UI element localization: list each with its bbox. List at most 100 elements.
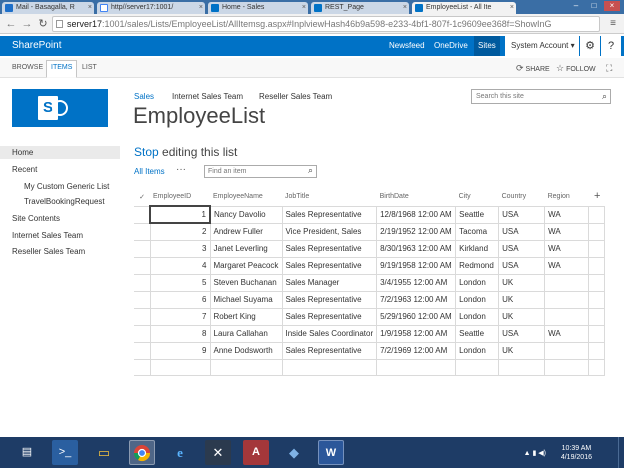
cell-employeeid[interactable]: 2 [149, 222, 211, 241]
onedrive-link[interactable]: OneDrive [434, 41, 468, 50]
close-icon[interactable]: × [510, 2, 514, 14]
cell-birthdate[interactable]: 2/19/1952 12:00 AM [376, 222, 457, 241]
focus-on-content-icon[interactable]: ⛶ [606, 63, 614, 74]
cell-employeeid[interactable]: 4 [149, 256, 211, 275]
cell-employeename[interactable]: Laura Callahan [209, 324, 283, 343]
cell-employeeid[interactable]: 1 [149, 205, 211, 224]
cell-birthdate[interactable]: 7/2/1969 12:00 AM [376, 341, 457, 360]
cell-country[interactable]: UK [498, 341, 546, 360]
topnav-internet-sales-team[interactable]: Internet Sales Team [172, 92, 243, 101]
more-views-icon[interactable]: ··· [176, 164, 186, 175]
cell-city[interactable] [455, 358, 500, 376]
leftnav-my-custom-generic-list[interactable]: My Custom Generic List [24, 182, 109, 191]
follow-button[interactable]: ☆ FOLLOW [556, 63, 596, 74]
column-employeeid[interactable]: EmployeeID [150, 188, 210, 206]
cell-birthdate[interactable] [376, 358, 457, 376]
table-row[interactable]: 3 Janet Leverling Sales Representative 8… [134, 239, 606, 258]
cell-employeename[interactable]: Steven Buchanan [209, 273, 283, 292]
cell-jobtitle[interactable]: Sales Representative [281, 290, 378, 309]
site-search-input[interactable]: Search this site ⌕ [471, 89, 611, 104]
cell-employeeid[interactable]: 7 [149, 307, 211, 326]
cell-employeename[interactable]: Janet Leverling [209, 239, 283, 258]
cell-city[interactable]: Tacoma [455, 222, 500, 241]
cell-birthdate[interactable]: 8/30/1963 12:00 AM [376, 239, 457, 258]
cell-country[interactable]: UK [498, 290, 546, 309]
table-row[interactable]: 2 Andrew Fuller Vice President, Sales 2/… [134, 222, 606, 241]
cell-jobtitle[interactable]: Sales Representative [281, 341, 378, 360]
back-button[interactable]: ← [4, 17, 18, 31]
cell-region[interactable]: WA [544, 222, 590, 241]
column-city[interactable]: City [456, 188, 499, 206]
cell-employeename[interactable]: Andrew Fuller [209, 222, 283, 241]
cell-employeename[interactable]: Robert King [209, 307, 283, 326]
table-row[interactable]: 9 Anne Dodsworth Sales Representative 7/… [134, 341, 606, 360]
row-select[interactable] [134, 273, 151, 292]
stop-editing-link[interactable]: Stop [134, 145, 159, 159]
maximize-button[interactable]: □ [586, 1, 602, 11]
table-row[interactable]: 5 Steven Buchanan Sales Manager 3/4/1955… [134, 273, 606, 292]
cell-employeename[interactable]: Margaret Peacock [209, 256, 283, 275]
chrome-icon[interactable] [129, 440, 155, 465]
cell-country[interactable]: UK [498, 307, 546, 326]
cell-birthdate[interactable]: 5/29/1960 12:00 AM [376, 307, 457, 326]
site-logo[interactable]: S [12, 89, 108, 127]
row-select[interactable] [134, 256, 151, 275]
cell-employeeid[interactable]: 3 [149, 239, 211, 258]
server-manager-icon[interactable]: ▤ [14, 440, 40, 465]
leftnav-site-contents[interactable]: Site Contents [12, 214, 60, 223]
cell-country[interactable] [498, 358, 546, 376]
row-select[interactable] [134, 324, 151, 343]
close-icon[interactable]: × [403, 2, 407, 14]
column-region[interactable]: Region [545, 188, 589, 206]
cell-region[interactable] [544, 273, 590, 292]
column-birthdate[interactable]: BirthDate [377, 188, 456, 206]
cell-region[interactable]: WA [544, 256, 590, 275]
column-country[interactable]: Country [499, 188, 545, 206]
cell-jobtitle[interactable] [281, 358, 378, 376]
browser-tab-mail[interactable]: Mail - Basagalla, R × [2, 2, 94, 14]
share-button[interactable]: ⟳ SHARE [516, 63, 550, 74]
cell-jobtitle[interactable]: Vice President, Sales [281, 222, 378, 241]
row-select[interactable] [134, 358, 151, 376]
cell-jobtitle[interactable]: Sales Representative [281, 239, 378, 258]
search-icon[interactable]: ⌕ [602, 90, 607, 103]
window-close-button[interactable]: × [604, 1, 620, 11]
column-jobtitle[interactable]: JobTitle [282, 188, 377, 206]
cell-region[interactable] [544, 290, 590, 309]
cell-employeeid[interactable] [149, 358, 211, 376]
cell-region[interactable]: WA [544, 324, 590, 343]
cell-city[interactable]: Seattle [455, 205, 500, 224]
file-explorer-icon[interactable]: ▭ [91, 440, 117, 465]
gear-icon[interactable]: ⚙ [580, 36, 600, 56]
cell-employeename[interactable]: Michael Suyama [209, 290, 283, 309]
app-icon[interactable]: ◆ [281, 440, 307, 465]
add-column-icon[interactable]: + [594, 190, 600, 202]
cell-birthdate[interactable]: 9/19/1958 12:00 AM [376, 256, 457, 275]
cell-city[interactable]: Redmond [455, 256, 500, 275]
powershell-icon[interactable]: >_ [52, 440, 78, 465]
cell-country[interactable]: USA [498, 205, 546, 224]
cell-city[interactable]: London [455, 290, 500, 309]
cell-employeeid[interactable]: 9 [149, 341, 211, 360]
cell-region[interactable] [544, 358, 590, 376]
table-row[interactable]: 7 Robert King Sales Representative 5/29/… [134, 307, 606, 326]
cell-jobtitle[interactable]: Inside Sales Coordinator [281, 324, 378, 343]
cell-city[interactable]: London [455, 273, 500, 292]
cell-birthdate[interactable]: 3/4/1955 12:00 AM [376, 273, 457, 292]
cell-city[interactable]: Kirkland [455, 239, 500, 258]
browser-menu-icon[interactable]: ≡ [608, 18, 618, 30]
row-select[interactable] [134, 290, 151, 309]
find-item-input[interactable]: Find an item ⌕ [204, 165, 317, 178]
row-select[interactable] [134, 239, 151, 258]
search-icon[interactable]: ⌕ [308, 165, 313, 176]
cell-jobtitle[interactable]: Sales Manager [281, 273, 378, 292]
cell-employeename[interactable]: Nancy Davolio [209, 205, 283, 224]
close-icon[interactable]: × [88, 2, 92, 14]
cell-country[interactable]: UK [498, 273, 546, 292]
row-select[interactable] [134, 341, 151, 360]
topnav-sales[interactable]: Sales [134, 92, 154, 101]
view-all-items[interactable]: All Items [134, 167, 165, 176]
system-tray[interactable]: ▲ ▮ ◀) [524, 449, 546, 457]
select-all-checkbox[interactable]: ✓ [134, 188, 150, 206]
topnav-reseller-sales-team[interactable]: Reseller Sales Team [259, 92, 332, 101]
